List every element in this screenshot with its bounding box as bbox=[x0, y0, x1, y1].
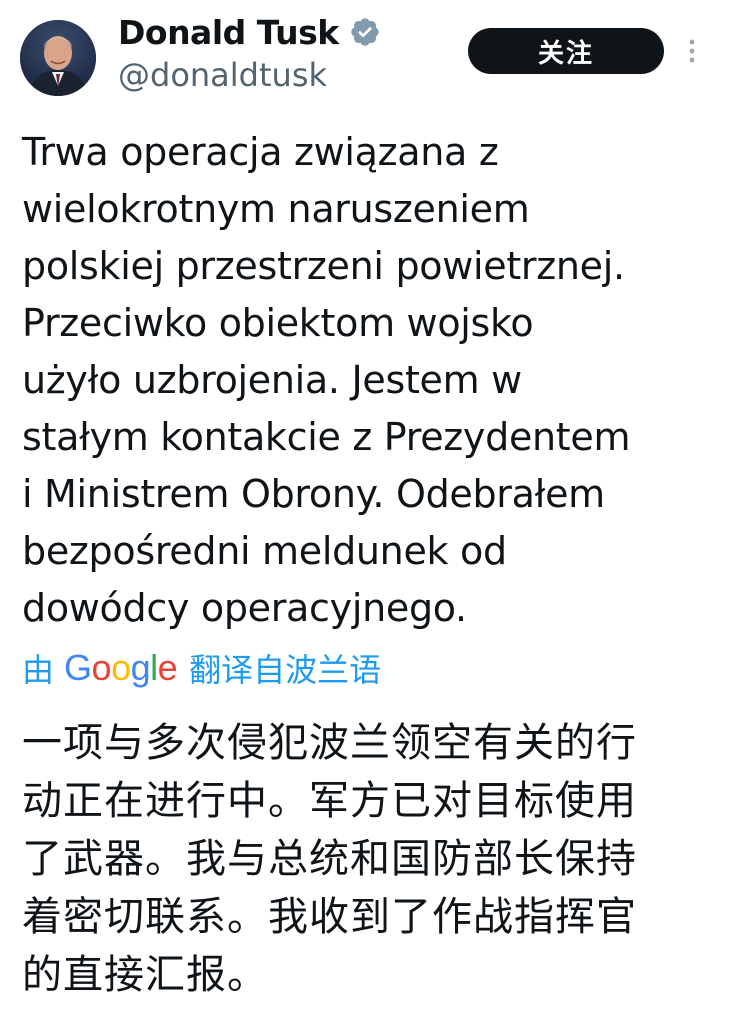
google-logo: Google bbox=[64, 647, 178, 688]
author-avatar[interactable] bbox=[20, 20, 96, 96]
tweet-line: bezpośredni meldunek od bbox=[22, 529, 507, 573]
translated-line: 一项与多次侵犯波兰领空有关的行 bbox=[22, 720, 637, 766]
tweet-line: i Ministrem Obrony. Odebrałem bbox=[22, 472, 605, 516]
translated-line: 着密切联系。我收到了作战指挥官 bbox=[22, 894, 637, 940]
tweet-line: Przeciwko obiektom wojsko bbox=[22, 301, 534, 345]
author-handle[interactable]: @donaldtusk bbox=[118, 56, 327, 94]
author-name-row: Donald Tusk bbox=[118, 10, 381, 54]
tweet-line: użyło uzbrojenia. Jestem w bbox=[22, 358, 522, 402]
translation-attribution[interactable]: 由 Google 翻译自波兰语 bbox=[22, 640, 381, 696]
author-display-name[interactable]: Donald Tusk bbox=[118, 13, 339, 52]
tweet-line: Trwa operacja związana z bbox=[22, 130, 499, 174]
translation-suffix: 翻译自波兰语 bbox=[189, 651, 382, 689]
more-vertical-icon[interactable] bbox=[680, 34, 704, 68]
verified-badge-icon bbox=[349, 16, 381, 48]
tweet-header: Donald Tusk @donaldtusk 关注 bbox=[0, 0, 730, 110]
tweet-line: dowódcy operacyjnego. bbox=[22, 586, 467, 630]
avatar-photo bbox=[20, 20, 96, 96]
translated-body: 一项与多次侵犯波兰领空有关的行 动正在进行中。军方已对目标使用 了武器。我与总统… bbox=[22, 714, 712, 1004]
follow-button[interactable]: 关注 bbox=[468, 28, 664, 74]
translated-line: 动正在进行中。军方已对目标使用 bbox=[22, 778, 637, 824]
tweet-line: wielokrotnym naruszeniem bbox=[22, 187, 530, 231]
tweet-line: stałym kontakcie z Prezydentem bbox=[22, 415, 631, 459]
tweet-line: polskiej przestrzeni powietrznej. bbox=[22, 244, 625, 288]
translation-prefix: 由 bbox=[22, 651, 55, 689]
translated-line: 的直接汇报。 bbox=[22, 952, 268, 998]
translated-line: 了武器。我与总统和国防部长保持 bbox=[22, 836, 637, 882]
tweet-body: Trwa operacja związana z wielokrotnym na… bbox=[22, 124, 712, 637]
